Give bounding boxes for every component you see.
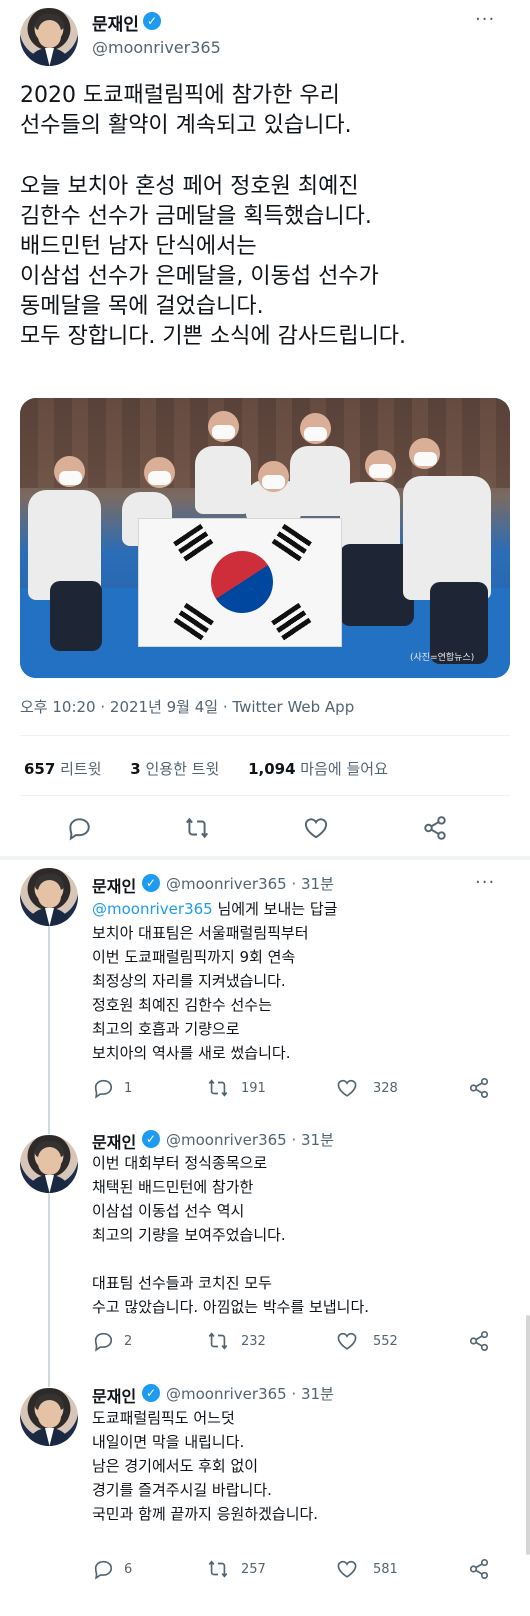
reply-line: 경기를 즐겨주시길 바랍니다. [92, 1481, 272, 1499]
retweet-count: 232 [241, 1334, 266, 1349]
author-handle[interactable]: @moonriver365 [92, 38, 221, 57]
handle-time[interactable]: @moonriver365 · 31분 [166, 873, 334, 894]
reply-line: 정호원 최예진 김한수 선수는 [92, 996, 272, 1014]
reply-text: 도쿄패럴림픽도 어느덧 내일이면 막을 내립니다. 남은 경기에서도 후회 없이… [92, 1406, 318, 1526]
heart-icon[interactable] [303, 815, 329, 841]
retweet-icon[interactable] [184, 815, 210, 841]
tweet-stats: 657 리트윗 3 인용한 트윗 1,094 마음에 들어요 [24, 758, 412, 779]
main-tweet: 문재인 ✓ @moonriver365 ··· 2020 도쿄패럴림픽에 참가한… [0, 0, 530, 890]
tweet-line: 2020 도쿄패럴림픽에 참가한 우리 [20, 83, 340, 108]
comment-icon[interactable] [92, 1330, 114, 1352]
reply-line: 최고의 호흡과 기량으로 [92, 1020, 240, 1038]
tweet-line: 배드민턴 남자 단식에서는 [20, 234, 257, 259]
retweet-count: 191 [241, 1081, 266, 1096]
reply-tweet-1[interactable]: 문재인 ✓ @moonriver365 · 31분 ··· @moonriver… [0, 862, 530, 1127]
reply-text: 이번 대회부터 정식종목으로 채택된 배드민턴에 참가한 이삼섭 이동섭 선수 … [92, 1151, 369, 1319]
tweet-line: 모두 장합니다. 기쁜 소식에 감사드립니다. [20, 324, 407, 349]
reply-to-label: 님에게 보내는 답글 [212, 900, 338, 918]
reply-tweet-3[interactable]: 문재인 ✓ @moonriver365 · 31분 도쿄패럴림픽도 어느덧 내일… [0, 1380, 530, 1616]
like-count: 552 [373, 1334, 398, 1349]
tweet-text: 2020 도쿄패럴림픽에 참가한 우리 선수들의 활약이 계속되고 있습니다. … [20, 81, 510, 352]
author-name[interactable]: 문재인 [92, 1383, 136, 1407]
retweet-stat[interactable]: 657 리트윗 [24, 760, 114, 778]
author-name[interactable]: 문재인 [92, 10, 139, 35]
quote-stat[interactable]: 3 인용한 트윗 [130, 760, 231, 778]
reply-tweet-2[interactable]: 문재인 ✓ @moonriver365 · 31분 이번 대회부터 정식종목으로… [0, 1127, 530, 1380]
author-name[interactable]: 문재인 [92, 1129, 136, 1153]
reply-line: 최정상의 자리를 지켜냈습니다. [92, 972, 286, 990]
author-name[interactable]: 문재인 [92, 873, 136, 897]
reply-line: 대표팀 선수들과 코치진 모두 [92, 1274, 272, 1292]
reply-line: 최고의 기량을 보여주었습니다. [92, 1226, 286, 1244]
reply-line: 이번 대회부터 정식종목으로 [92, 1154, 268, 1172]
handle-time[interactable]: @moonriver365 · 31분 [166, 1129, 334, 1150]
verified-badge-icon: ✓ [143, 12, 161, 30]
author-avatar[interactable] [20, 868, 78, 926]
retweet-icon[interactable] [207, 1330, 229, 1352]
author-avatar[interactable] [20, 1135, 78, 1193]
verified-badge-icon: ✓ [142, 1130, 160, 1148]
tweet-line: 오늘 보치아 혼성 페어 정호원 최예진 [20, 174, 359, 199]
retweet-icon[interactable] [207, 1077, 229, 1099]
thread-line [48, 1380, 50, 1387]
tweet-line: 선수들의 활약이 계속되고 있습니다. [20, 113, 352, 138]
reply-line: 이삼섭 이동섭 선수 역시 [92, 1202, 245, 1220]
reply-line: 도쿄패럴림픽도 어느덧 [92, 1409, 235, 1427]
like-count: 581 [373, 1562, 398, 1577]
taegeuk-symbol [199, 539, 285, 625]
thread-line [48, 1127, 50, 1134]
heart-icon[interactable] [336, 1077, 358, 1099]
share-icon[interactable] [468, 1077, 490, 1099]
heart-icon[interactable] [336, 1558, 358, 1580]
tweet-timestamp[interactable]: 오후 10:20 · 2021년 9월 4일 · Twitter Web App [20, 696, 354, 717]
reply-line: 수고 많았습니다. 아낌없는 박수를 보냅니다. [92, 1298, 370, 1316]
reply-line: 내일이면 막을 내립니다. [92, 1433, 245, 1451]
reply-line: 채택된 배드민턴에 참가한 [92, 1178, 254, 1196]
korean-flag [138, 518, 342, 647]
photo-caption: (사진=연합뉴스) [410, 653, 475, 663]
comment-count: 6 [124, 1562, 133, 1577]
share-icon[interactable] [468, 1558, 490, 1580]
share-icon[interactable] [468, 1330, 490, 1352]
comment-icon[interactable] [66, 815, 92, 841]
thread-line [48, 1193, 50, 1380]
retweet-count: 257 [241, 1562, 266, 1577]
tweet-line: 이삼섭 선수가 은메달을, 이동섭 선수가 [20, 264, 379, 289]
reply-line: 보치아의 역사를 새로 썼습니다. [92, 1044, 291, 1062]
retweet-icon[interactable] [207, 1558, 229, 1580]
tweet-line: 동메달을 목에 걸었습니다. [20, 294, 264, 319]
reply-text: @moonriver365 님에게 보내는 답글 보치아 대표팀은 서울패럴림픽… [92, 897, 337, 1065]
more-options-icon[interactable]: ··· [475, 874, 499, 892]
comment-count: 2 [124, 1334, 133, 1349]
heart-icon[interactable] [336, 1330, 358, 1352]
more-options-icon[interactable]: ··· [475, 11, 499, 29]
share-icon[interactable] [422, 815, 448, 841]
like-count: 328 [373, 1081, 398, 1096]
thread-line [48, 926, 50, 1127]
comment-icon[interactable] [92, 1558, 114, 1580]
reply-line: 보치아 대표팀은 서울패럴림픽부터 [92, 924, 309, 942]
author-avatar[interactable] [20, 8, 78, 66]
tweet-line: 김한수 선수가 금메달을 획득했습니다. [20, 204, 372, 229]
scrollbar[interactable] [526, 1315, 530, 1555]
verified-badge-icon: ✓ [142, 874, 160, 892]
author-avatar[interactable] [20, 1388, 78, 1446]
comment-count: 1 [124, 1081, 133, 1096]
reply-line: 이번 도쿄패럴림픽까지 9회 연속 [92, 948, 296, 966]
reply-line: 국민과 함께 끝까지 응원하겠습니다. [92, 1505, 319, 1523]
reply-line: 남은 경기에서도 후회 없이 [92, 1457, 259, 1475]
comment-icon[interactable] [92, 1077, 114, 1099]
handle-time[interactable]: @moonriver365 · 31분 [166, 1383, 334, 1404]
verified-badge-icon: ✓ [142, 1384, 160, 1402]
like-stat[interactable]: 1,094 마음에 들어요 [248, 760, 400, 778]
reply-to-link[interactable]: @moonriver365 [92, 900, 213, 918]
